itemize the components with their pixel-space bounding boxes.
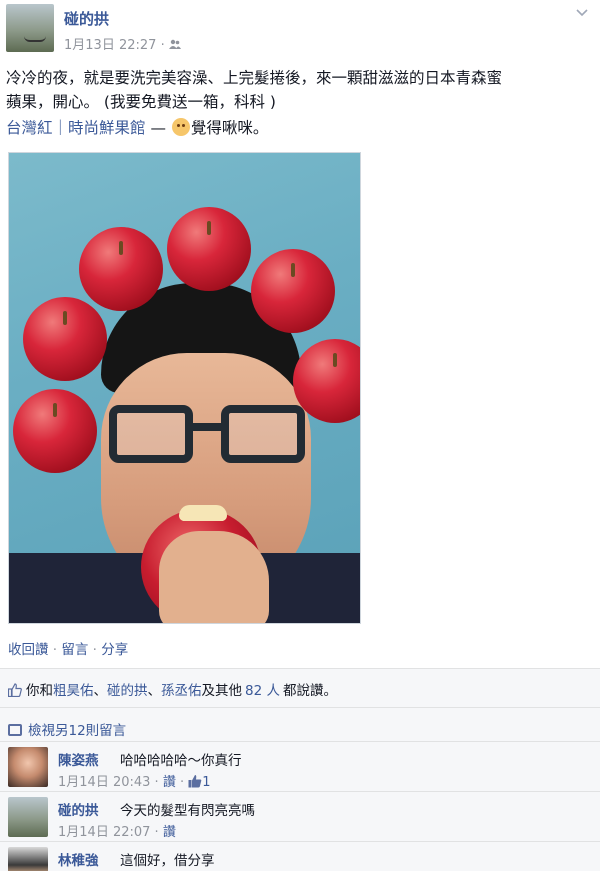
share-link[interactable]: 分享 <box>101 642 128 658</box>
checkin-line: 台灣紅｜時尚鮮果館 — 覺得啾咪。 <box>6 116 268 140</box>
likes-sep: 、 <box>93 683 108 699</box>
photo-glasses <box>109 405 305 467</box>
photo-apple <box>13 389 97 473</box>
comment-text: 這個好，借分享 <box>120 853 215 869</box>
unlike-link[interactable]: 收回讚 <box>8 642 49 658</box>
commenter-avatar[interactable] <box>8 747 48 787</box>
divider <box>0 741 600 742</box>
action-dot: · <box>88 642 102 658</box>
divider <box>0 791 600 792</box>
divider <box>0 707 600 708</box>
feeling-emoji-icon <box>171 118 190 136</box>
thumbs-up-icon <box>8 683 22 697</box>
comment-bubble-icon <box>8 724 22 736</box>
comment-link[interactable]: 留言 <box>61 642 88 658</box>
post-actions: 收回讚 · 留言 · 分享 <box>8 638 128 658</box>
commenter-name-link[interactable]: 陳姿燕 <box>58 749 99 769</box>
comment-like-link[interactable]: 讚 <box>163 825 176 840</box>
comment-item: 陳姿燕 哈哈哈哈哈～你真行 1月14日 20:43 · 讚 · 1 <box>8 747 592 795</box>
comment-meta: 1月14日 20:43 · 讚 · 1 <box>58 775 211 790</box>
likes-count-link[interactable]: 82 人 <box>245 683 280 699</box>
feeling-text: 覺得啾咪。 <box>190 119 269 137</box>
post-text-line2: 蘋果，開心。 (我要免費送一箱，科科 ) <box>6 93 276 111</box>
comment-text: 哈哈哈哈哈～你真行 <box>120 753 242 769</box>
checkin-place-link[interactable]: 台灣紅｜時尚鮮果館 <box>6 119 146 137</box>
comment-like-count[interactable]: 1 <box>202 775 210 790</box>
photo-apple <box>251 249 335 333</box>
meta-dot: · <box>160 38 169 53</box>
comment-like-link[interactable]: 讚 <box>163 775 176 790</box>
post-meta: 1月13日 22:27 · <box>64 34 181 53</box>
post-header: 碰的拱 1月13日 22:27 · <box>6 4 594 56</box>
photo-apple <box>167 207 251 291</box>
comment-item: 碰的拱 今天的髮型有閃亮亮嗎 1月14日 22:07 · 讚 <box>8 797 592 845</box>
likes-summary: 你和粗昊佑、碰的拱、孫丞佑及其他 82 人都說讚。 <box>8 679 337 699</box>
likes-and-others: 及其他 <box>201 683 243 699</box>
liker-link[interactable]: 粗昊佑 <box>53 683 94 699</box>
commenter-avatar[interactable] <box>8 847 48 871</box>
comment-text: 今天的髮型有閃亮亮嗎 <box>120 803 255 819</box>
photo-apple <box>79 227 163 311</box>
liker-link[interactable]: 孫丞佑 <box>161 683 202 699</box>
comment-item: 林稚強 這個好，借分享 <box>8 847 592 871</box>
photo-apple <box>23 297 107 381</box>
action-dot: · <box>48 642 62 658</box>
comment-date[interactable]: 1月14日 22:07 <box>58 825 150 840</box>
feedback-section: 你和粗昊佑、碰的拱、孫丞佑及其他 82 人都說讚。 檢視另12則留言 陳姿燕 哈哈… <box>0 668 600 871</box>
friends-icon[interactable] <box>168 39 181 50</box>
commenter-name-link[interactable]: 碰的拱 <box>58 799 99 819</box>
view-more-label: 檢視另12則留言 <box>28 723 127 739</box>
chevron-down-icon[interactable] <box>574 6 590 22</box>
commenter-avatar[interactable] <box>8 797 48 837</box>
post-text-line1: 冷冷的夜，就是要洗完美容澡、上完髮捲後，來一顆甜滋滋的日本青森蜜 <box>6 69 503 87</box>
likes-suffix: 都說讚。 <box>282 683 337 699</box>
comment-meta: 1月14日 22:07 · 讚 <box>58 825 176 840</box>
post-body: 冷冷的夜，就是要洗完美容澡、上完髮捲後，來一顆甜滋滋的日本青森蜜 蘋果，開心。 … <box>6 66 594 114</box>
photo-bite-mark <box>179 505 227 521</box>
photo-hand <box>159 531 269 623</box>
liker-link[interactable]: 碰的拱 <box>107 683 148 699</box>
checkin-dash: — <box>145 119 171 137</box>
divider <box>0 841 600 842</box>
post-date-link[interactable]: 1月13日 22:27 <box>64 38 156 53</box>
likes-sep: 、 <box>147 683 162 699</box>
commenter-name-link[interactable]: 林稚強 <box>58 849 99 869</box>
comment-date[interactable]: 1月14日 20:43 <box>58 775 150 790</box>
view-more-comments[interactable]: 檢視另12則留言 <box>8 719 126 739</box>
thumbs-up-icon <box>188 775 202 788</box>
likes-prefix: 你和 <box>26 683 53 699</box>
author-name-link[interactable]: 碰的拱 <box>64 8 109 29</box>
author-avatar[interactable] <box>6 4 54 52</box>
post-photo[interactable] <box>8 152 361 624</box>
